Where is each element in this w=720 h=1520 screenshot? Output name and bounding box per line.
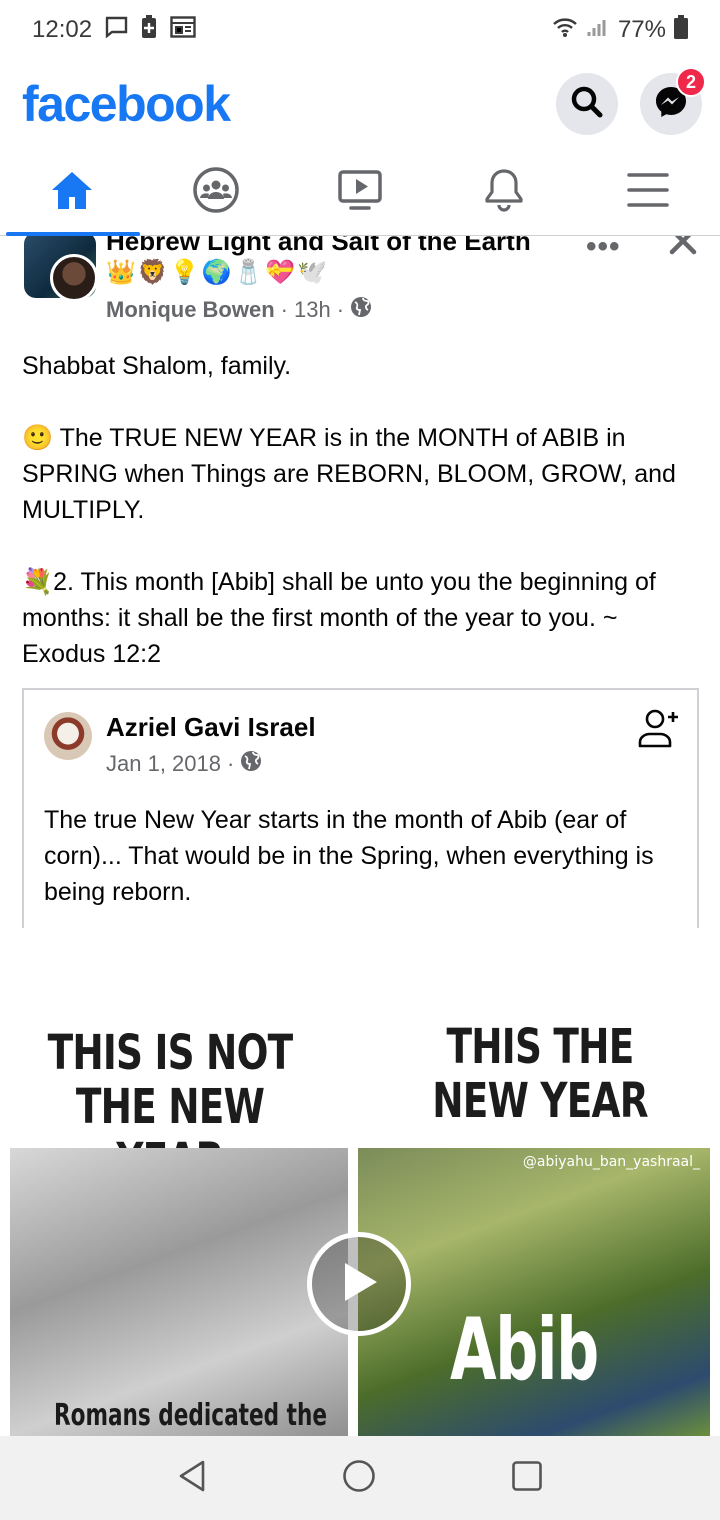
recent-apps-icon[interactable] [511,1460,543,1497]
signal-icon [586,16,610,45]
video-right-heading: THIS THE NEW YEAR [432,1019,648,1129]
home-circle-icon[interactable] [342,1459,376,1498]
shared-post-text: The true New Year starts in the month of… [44,806,654,906]
post-paragraph: 💐2. This month [Abib] shall be unto you … [22,568,656,668]
shared-post-card[interactable]: Azriel Gavi Israel Jan 1, 2018 · The tru… [22,688,699,928]
tab-groups[interactable] [144,150,288,235]
video-watermark: @abiyahu_ban_yashraal_ [522,1154,700,1170]
tab-bar [0,150,720,236]
author-avatar[interactable] [50,254,98,302]
play-icon [339,1260,379,1309]
search-icon [570,85,604,124]
more-dots-icon: ••• [586,236,621,263]
facebook-logo[interactable]: facebook [22,75,231,133]
hide-post-button[interactable] [668,236,698,263]
winter-scene-image [10,1148,348,1436]
add-friend-icon [637,709,681,754]
meta-separator: · [226,751,235,776]
video-player[interactable]: THIS IS NOT THE NEW YEAR THIS THE NEW YE… [10,928,710,1436]
shared-author-link[interactable]: Azriel Gavi Israel [106,712,316,743]
groups-icon [192,166,240,219]
post-header: Hebrew Light and Salt of the Earth 👑🦁💡🌍🧂… [0,236,720,326]
post-time[interactable]: 13h [294,297,331,323]
system-navigation-bar [0,1436,720,1520]
close-icon [668,236,698,262]
tab-home[interactable] [0,150,144,236]
group-name-link[interactable]: Hebrew Light and Salt of the Earth [106,236,531,257]
group-name-emojis: 👑🦁💡🌍🧂💝🕊️ [106,258,330,286]
shared-post-date[interactable]: Jan 1, 2018 [106,751,221,777]
shared-post-meta: Jan 1, 2018 · [106,750,262,778]
hamburger-menu-icon [627,172,669,213]
battery-saver-notification-icon [140,14,158,46]
video-bottom-caption: Romans dedicated the [54,1398,327,1433]
status-bar: 12:02 77% [0,0,720,60]
battery-percent: 77% [617,16,666,43]
app-header: facebook 2 [0,62,720,146]
video-overlay-word: Abib [450,1300,599,1400]
bell-icon [483,167,525,218]
tab-watch[interactable] [288,150,432,235]
tab-notifications[interactable] [432,150,576,235]
meta-separator: · [280,297,288,322]
status-time: 12:02 [32,16,93,43]
watch-video-icon [337,169,383,216]
public-globe-icon [350,296,372,324]
battery-icon [674,14,688,46]
search-button[interactable] [556,73,618,135]
meta-separator: · [336,297,345,322]
wifi-icon [552,16,578,45]
shared-author-avatar[interactable] [44,712,92,760]
message-notification-icon [104,16,128,45]
messenger-button[interactable]: 2 [640,67,706,135]
post-paragraph: 🙂 The TRUE NEW YEAR is in the MONTH of A… [22,424,676,524]
post-paragraph: Shabbat Shalom, family. [22,352,292,380]
home-icon [50,169,94,216]
post-text: Shabbat Shalom, family. 🙂 The TRUE NEW Y… [22,348,702,672]
add-friend-button[interactable] [637,706,681,755]
post-meta: Monique Bowen · 13h · [106,296,372,324]
post-author-link[interactable]: Monique Bowen [106,297,275,323]
play-button[interactable] [307,1232,411,1336]
news-notification-icon [170,15,196,45]
more-options-button[interactable]: ••• [586,236,621,264]
back-icon[interactable] [177,1459,207,1498]
messenger-badge: 2 [676,67,706,97]
public-globe-icon [240,750,262,778]
tab-menu[interactable] [576,150,720,235]
